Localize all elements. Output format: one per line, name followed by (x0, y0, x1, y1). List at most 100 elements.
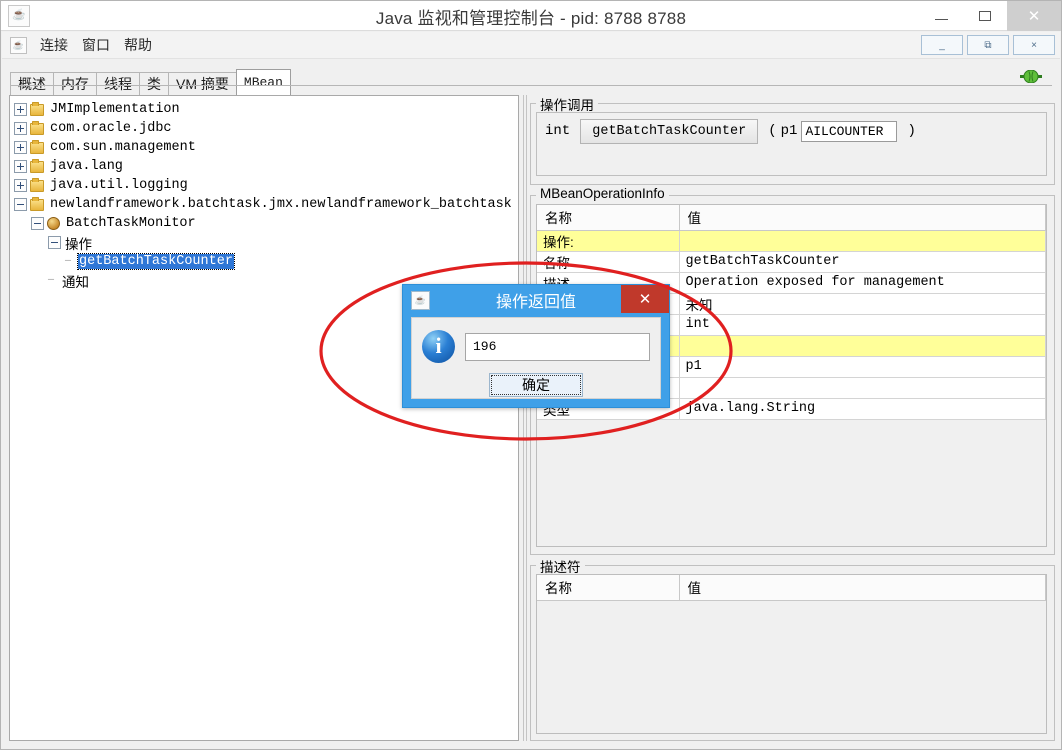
column-header-value[interactable]: 值 (679, 205, 1046, 231)
tree-node-label: com.oracle.jdbc (50, 121, 172, 136)
menu-bar: ☕ 连接 窗口 帮助 _ ⧉ × (2, 32, 1060, 59)
dialog-button-row: 确定 (412, 373, 660, 397)
close-paren: ) (907, 123, 916, 139)
descriptor-table[interactable]: 名称 值 (537, 575, 1046, 601)
java-cup-icon: ☕ (411, 290, 430, 310)
column-header-value[interactable]: 值 (679, 575, 1046, 601)
expand-icon[interactable] (14, 141, 27, 154)
tab-vm-summary[interactable]: VM 摘要 (168, 72, 237, 95)
tree-node-label: 通知 (62, 274, 89, 290)
cell-value: getBatchTaskCounter (679, 251, 1046, 273)
operation-info-title: MBeanOperationInfo (536, 186, 669, 201)
cell-value: int (679, 314, 1046, 336)
cell-value: p1 (679, 356, 1046, 378)
operation-invocation-box: int getBatchTaskCounter ( p1 AILCOUNTER … (536, 112, 1047, 176)
operation-signature-row: int getBatchTaskCounter ( p1 AILCOUNTER … (537, 113, 1046, 144)
tree-node-label: com.sun.management (50, 140, 196, 155)
tree-node-label: JMImplementation (50, 102, 180, 117)
expand-icon[interactable] (14, 160, 27, 173)
table-row[interactable]: 名称 getBatchTaskCounter (537, 251, 1046, 273)
param-input[interactable]: AILCOUNTER (801, 120, 898, 142)
menu-window[interactable]: 窗口 (75, 33, 117, 57)
tree-node[interactable]: JMImplementation (14, 100, 518, 119)
invoke-operation-button[interactable]: getBatchTaskCounter (580, 118, 759, 144)
tab-memory[interactable]: 内存 (53, 72, 97, 95)
main-content: JMImplementation com.oracle.jdbc com.sun.m… (9, 94, 1055, 743)
window-controls: ✕ (919, 1, 1061, 31)
mbean-icon (47, 217, 60, 230)
descriptor-group: 描述符 名称 值 (530, 556, 1055, 741)
operation-return-dialog[interactable]: ☕ 操作返回值 ✕ 196 确定 (402, 284, 670, 408)
internal-minimize-button[interactable]: _ (921, 35, 963, 55)
tree-node-label: 操作 (65, 236, 92, 252)
tree-node-label: BatchTaskMonitor (66, 216, 196, 231)
info-icon (422, 330, 455, 363)
descriptor-title: 描述符 (536, 556, 585, 576)
minimize-icon (934, 19, 948, 20)
tab-underline (10, 85, 1052, 86)
internal-restore-button[interactable]: ⧉ (967, 35, 1009, 55)
java-cup-icon: ☕ (10, 36, 27, 54)
tree-node[interactable]: BatchTaskMonitor (14, 214, 518, 233)
internal-close-button[interactable]: × (1013, 35, 1055, 55)
title-bar: ☕ Java 监视和管理控制台 - pid: 8788 8788 ✕ (1, 1, 1061, 31)
dialog-close-button[interactable]: ✕ (621, 285, 669, 313)
cell-value (679, 335, 1046, 357)
folder-icon (30, 196, 44, 211)
split-divider[interactable] (520, 95, 530, 741)
tree-connector: — (48, 275, 55, 286)
mbean-detail-panel: 操作调用 int getBatchTaskCounter ( p1 AILCOU… (530, 94, 1055, 741)
tree-node[interactable]: — getBatchTaskCounter (14, 252, 518, 271)
cell-name: 名称 (537, 251, 680, 273)
cell-value: java.lang.String (679, 398, 1046, 420)
tree-node-label: getBatchTaskCounter (77, 253, 235, 270)
tree-connector: — (65, 256, 72, 267)
tab-overview[interactable]: 概述 (10, 72, 54, 95)
tree-node[interactable]: newlandframework.batchtask.jmx.newlandfr… (14, 195, 518, 214)
folder-icon (30, 177, 44, 192)
minimize-button[interactable] (919, 1, 963, 31)
java-cup-icon: ☕ (8, 4, 30, 27)
tree-node[interactable]: 操作 (14, 233, 518, 252)
maximize-icon (979, 11, 991, 21)
tab-classes[interactable]: 类 (139, 72, 169, 95)
menu-help[interactable]: 帮助 (117, 33, 159, 57)
tree-node[interactable]: com.oracle.jdbc (14, 119, 518, 138)
maximize-button[interactable] (963, 1, 1007, 31)
return-type-label: int (545, 123, 571, 139)
column-header-name[interactable]: 名称 (537, 575, 680, 601)
table-row[interactable]: 操作: (537, 230, 1046, 252)
cell-value (679, 377, 1046, 399)
close-button[interactable]: ✕ (1007, 1, 1061, 31)
dialog-message-row: 196 (412, 318, 660, 363)
tree-node[interactable]: java.util.logging (14, 176, 518, 195)
expand-icon[interactable] (14, 122, 27, 135)
table-empty-area (537, 419, 1046, 546)
collapse-icon[interactable] (48, 236, 61, 249)
folder-icon (30, 101, 44, 116)
tree-node-label: java.util.logging (50, 178, 188, 193)
collapse-icon[interactable] (14, 198, 27, 211)
folder-icon (30, 120, 44, 135)
column-header-name[interactable]: 名称 (537, 205, 680, 231)
tab-threads[interactable]: 线程 (96, 72, 140, 95)
cell-value (679, 230, 1046, 252)
menu-connect[interactable]: 连接 (33, 33, 75, 57)
descriptor-table-wrap[interactable]: 名称 值 (536, 574, 1047, 734)
mbean-tree-panel[interactable]: JMImplementation com.oracle.jdbc com.sun.m… (9, 95, 519, 741)
return-value-input[interactable]: 196 (465, 332, 650, 361)
dialog-title-bar: ☕ 操作返回值 ✕ (403, 285, 669, 315)
collapse-icon[interactable] (31, 217, 44, 230)
cell-value: Operation exposed for management (679, 272, 1046, 294)
operation-invocation-group: 操作调用 int getBatchTaskCounter ( p1 AILCOU… (530, 94, 1055, 185)
tree-node[interactable]: com.sun.management (14, 138, 518, 157)
open-paren: ( (768, 123, 777, 139)
expand-icon[interactable] (14, 103, 27, 116)
expand-icon[interactable] (14, 179, 27, 192)
dialog-ok-button[interactable]: 确定 (489, 373, 583, 397)
tab-mbean[interactable]: MBean (235, 69, 291, 95)
table-header-row: 名称 值 (537, 205, 1046, 231)
tree-node-label: newlandframework.batchtask.jmx.newlandfr… (50, 197, 512, 212)
mbean-tree[interactable]: JMImplementation com.oracle.jdbc com.sun.m… (10, 96, 518, 290)
tree-node[interactable]: java.lang (14, 157, 518, 176)
